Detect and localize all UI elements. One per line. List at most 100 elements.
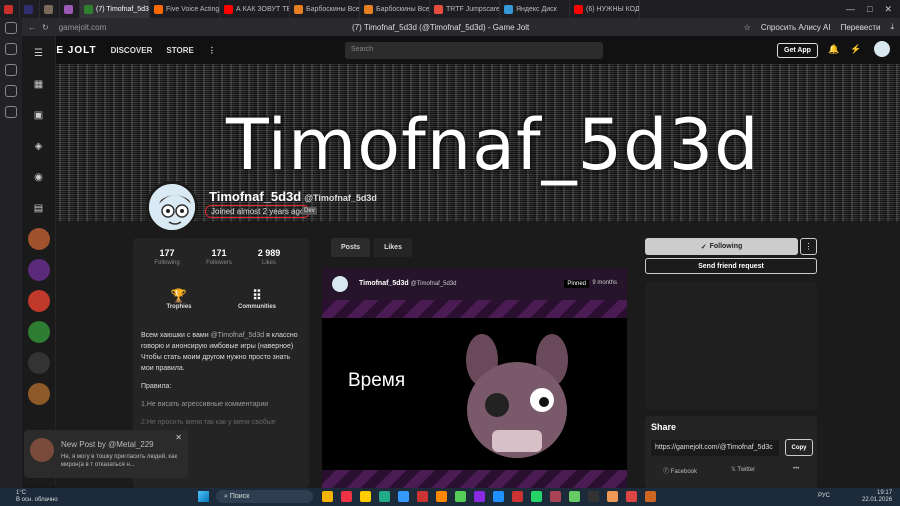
post-author[interactable]: Timofnaf_5d3d @Timofnaf_5d3d <box>359 280 457 287</box>
taskbar-app-icon[interactable] <box>398 491 409 502</box>
taskbar-app-icon[interactable] <box>379 491 390 502</box>
more-options-button[interactable]: ⋮ <box>800 238 817 255</box>
bio-mention[interactable]: @Timofnaf_5d3d <box>211 332 265 339</box>
community-icon[interactable] <box>27 352 50 374</box>
library-icon[interactable]: ▣ <box>28 104 50 126</box>
activity-icon[interactable]: ⚡ <box>850 44 861 55</box>
minimize-icon[interactable]: — <box>846 4 855 15</box>
following-button[interactable]: ✓ Following <box>645 238 798 255</box>
banner-text: Timofnaf_5d3d <box>226 104 760 186</box>
taskbar-app-icon[interactable] <box>607 491 618 502</box>
calendar-icon[interactable]: ▤ <box>28 197 50 219</box>
search-input[interactable]: Search <box>345 42 603 59</box>
facebook-share[interactable]: ⓕ Facebook <box>663 466 697 475</box>
communities-link[interactable]: ⠿ Communities <box>227 288 287 310</box>
translate-button[interactable]: Перевести <box>841 23 881 32</box>
taskbar-search[interactable]: ⌕ Поиск <box>216 490 313 503</box>
taskbar-app-icon[interactable] <box>550 491 561 502</box>
post-author-avatar[interactable] <box>332 276 348 292</box>
browser-tab[interactable]: Барбоскины Все <box>290 0 360 18</box>
browser-tab[interactable]: (6) НУЖНЫ КОД <box>570 0 640 18</box>
maximize-icon[interactable]: □ <box>867 4 872 15</box>
sidebar-app-icon[interactable] <box>5 22 17 34</box>
stat-value: 177 <box>159 248 175 258</box>
tab-label: (7) Timofnaf_5d3d (@Timo <box>96 5 150 13</box>
taskbar-app-icon[interactable] <box>417 491 428 502</box>
community-icon[interactable] <box>27 290 50 312</box>
taskbar-app-icon[interactable] <box>322 491 333 502</box>
nav-store[interactable]: STORE <box>166 46 193 55</box>
taskbar-app-icon[interactable] <box>626 491 637 502</box>
trophies-link[interactable]: 🏆 Trophies <box>149 288 209 310</box>
taskbar-app-icon[interactable] <box>512 491 523 502</box>
browser-tab[interactable]: (7) Timofnaf_5d3d (@Timo <box>80 0 150 18</box>
close-icon[interactable]: ✕ <box>175 433 182 442</box>
stat-likes[interactable]: 2 989 Likes <box>241 248 297 266</box>
taskbar-app-icon[interactable] <box>569 491 580 502</box>
taskbar-app-icon[interactable] <box>341 491 352 502</box>
community-icon[interactable] <box>27 321 50 343</box>
close-icon[interactable]: ✕ <box>884 4 892 15</box>
browser-tab[interactable] <box>20 0 40 18</box>
store-icon[interactable]: ▦ <box>28 73 50 95</box>
menu-icon[interactable]: ☰ <box>28 42 50 64</box>
post-image[interactable]: Время <box>322 300 627 488</box>
back-icon[interactable]: ← <box>28 23 36 32</box>
browser-tab[interactable] <box>40 0 60 18</box>
nav-discover[interactable]: DISCOVER <box>111 46 153 55</box>
start-icon[interactable] <box>198 491 209 502</box>
community-icon[interactable] <box>27 259 50 281</box>
community-icon[interactable] <box>27 228 50 250</box>
taskbar-app-icon[interactable] <box>531 491 542 502</box>
sidebar-app-icon[interactable] <box>5 106 17 118</box>
taskbar-app-icon[interactable] <box>455 491 466 502</box>
weather-widget[interactable]: 1°C В осн. облачно <box>16 490 58 504</box>
browser-tab[interactable] <box>60 0 80 18</box>
community-icon[interactable] <box>27 383 50 405</box>
tab-label: Барбоскины Все <box>306 5 360 13</box>
refresh-icon[interactable]: ↻ <box>42 23 49 32</box>
post-card[interactable]: Timofnaf_5d3d @Timofnaf_5d3d Pinned 9 mo… <box>322 268 627 488</box>
discover-icon[interactable]: ◈ <box>28 135 50 157</box>
taskbar-app-icon[interactable] <box>588 491 599 502</box>
system-clock[interactable]: 19:17 22.01.2026 <box>862 490 892 504</box>
send-friend-request-button[interactable]: Send friend request <box>645 258 817 274</box>
taskbar-app-icon[interactable] <box>493 491 504 502</box>
share-link-field[interactable]: https://gamejolt.com/@Timofnaf_5d3c <box>651 440 779 456</box>
twitter-share[interactable]: 𝕏 Twitter <box>731 466 755 473</box>
copy-button[interactable]: Copy <box>785 439 813 456</box>
download-icon[interactable]: ⤓ <box>890 22 894 32</box>
browser-tab[interactable]: Барбоскины Все <box>360 0 430 18</box>
browser-tab[interactable] <box>0 0 20 18</box>
browser-tab[interactable]: Яндекс Диск <box>500 0 570 18</box>
sidebar-app-icon[interactable] <box>5 64 17 76</box>
nav-more-icon[interactable]: ⋮ <box>208 46 216 55</box>
stat-followers[interactable]: 171 Followers <box>191 248 247 266</box>
share-more[interactable]: ••• <box>793 466 799 472</box>
browser-tab[interactable]: Five Voice Acting <box>150 0 220 18</box>
sidebar-app-icon[interactable] <box>5 43 17 55</box>
stat-label: Followers <box>206 260 232 266</box>
tab-likes[interactable]: Likes <box>374 238 412 257</box>
bell-icon[interactable]: 🔔 <box>828 44 839 55</box>
taskbar-app-icon[interactable] <box>645 491 656 502</box>
realms-icon[interactable]: ◉ <box>28 166 50 188</box>
taskbar-app-icon[interactable] <box>360 491 371 502</box>
tab-posts[interactable]: Posts <box>331 238 371 257</box>
notification-toast[interactable]: New Post by @Metal_229 Не, я могу в тошк… <box>24 430 188 478</box>
language-indicator[interactable]: РУС <box>818 493 830 499</box>
taskbar-app-icon[interactable] <box>436 491 447 502</box>
bio-rules-heading: Правила: <box>141 383 172 390</box>
taskbar-app-icon[interactable] <box>474 491 485 502</box>
share-card: Share https://gamejolt.com/@Timofnaf_5d3… <box>645 416 817 488</box>
get-app-button[interactable]: Get App <box>777 43 818 58</box>
gamejolt-sidebar: ☰ ▦ ▣ ◈ ◉ ▤ <box>22 36 56 486</box>
url-text[interactable]: gamejolt.com <box>59 23 107 32</box>
browser-tab[interactable]: А КАК ЗОВУТ ТЕ <box>220 0 290 18</box>
alice-button[interactable]: Спросить Алису AI <box>761 23 831 32</box>
stat-following[interactable]: 177 Following <box>139 248 195 266</box>
browser-tab[interactable]: TRTF Jumpscare <box>430 0 500 18</box>
sidebar-app-icon[interactable] <box>5 85 17 97</box>
bookmark-icon[interactable]: ☆ <box>744 23 751 32</box>
user-avatar[interactable] <box>874 41 890 57</box>
